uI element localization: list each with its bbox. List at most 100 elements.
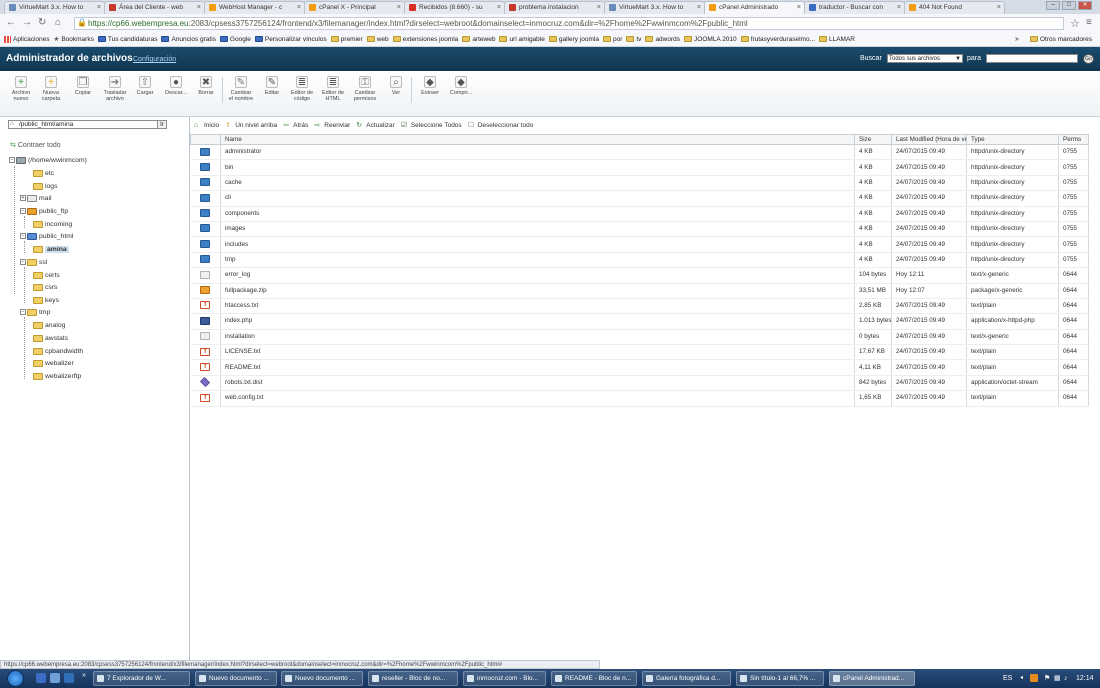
column-header[interactable]: Last Modified (Hora de ve <box>891 134 967 145</box>
cell-name[interactable]: cli <box>220 190 855 207</box>
table-row[interactable]: installation 0 bytes 24/07/2015 09:49 text/… <box>190 329 1089 346</box>
search-input[interactable] <box>986 54 1078 63</box>
table-row[interactable]: cache 4 KB 24/07/2015 09:49 httpd/unix-dire… <box>190 175 1089 192</box>
download-button[interactable]: ● Descar... <box>163 76 189 96</box>
browser-tab[interactable]: problema instalacion × <box>504 1 605 14</box>
close-icon[interactable]: × <box>897 2 901 14</box>
cell-name[interactable]: includes <box>220 236 855 253</box>
tree-node[interactable]: − public_html <box>20 232 73 242</box>
refresh-link[interactable]: ↻ Actualizar <box>356 120 395 132</box>
browser-tab[interactable]: VirtueMart 3.x. How to × <box>4 1 105 14</box>
cell-name[interactable]: robots.txt.dist <box>220 375 855 392</box>
table-row[interactable]: administrator 4 KB 24/07/2015 09:49 httpd/u… <box>190 144 1089 161</box>
column-header[interactable]: Size <box>854 134 892 145</box>
tree-node[interactable]: awstats <box>33 334 68 344</box>
bookmark-item[interactable]: Google <box>219 33 251 46</box>
browser-tab[interactable]: WebHost Manager - c × <box>204 1 305 14</box>
table-row[interactable]: images 4 KB 24/07/2015 09:49 httpd/unix-dir… <box>190 221 1089 238</box>
collapse-all-link[interactable]: ⇆ Contraer todo <box>10 141 61 149</box>
column-header[interactable]: Type <box>966 134 1059 145</box>
cell-name[interactable]: images <box>220 221 855 238</box>
overflow-icon[interactable]: » <box>82 672 86 679</box>
star-icon[interactable]: ☆ <box>1070 17 1080 30</box>
flag-icon[interactable]: ⚑ <box>1044 669 1050 688</box>
lang-indicator[interactable]: ES <box>1003 669 1012 688</box>
bookmark-item[interactable]: extensiones joomla <box>392 33 458 46</box>
tree-node[interactable]: webalizerftp <box>33 372 81 382</box>
taskbar-item[interactable]: cPanel Administrad... <box>829 671 915 686</box>
taskbar-item[interactable]: reseller - Bloc de no... <box>368 671 458 686</box>
expand-icon[interactable]: + <box>20 195 26 202</box>
close-icon[interactable]: × <box>697 2 701 14</box>
tree-node[interactable]: amina <box>33 245 69 255</box>
cell-name[interactable]: fullpackage.zip <box>220 283 855 299</box>
forward-link[interactable]: ⇨ Reenviar <box>314 120 350 132</box>
ie-icon[interactable] <box>64 673 74 683</box>
taskbar-item[interactable]: Nuevo documento ... <box>195 671 277 686</box>
collapse-node-icon[interactable]: − <box>20 208 26 215</box>
cell-name[interactable]: htaccess.txt <box>220 298 855 315</box>
network-icon[interactable]: ▦ <box>1054 669 1061 688</box>
quick-launch-icon[interactable] <box>36 673 46 683</box>
browser-tab[interactable]: Recibidos (8.660) - su × <box>404 1 505 14</box>
table-row[interactable]: Tweb.config.txt 1,65 KB 24/07/2015 09:49 te… <box>190 390 1089 407</box>
close-icon[interactable]: × <box>997 2 1001 14</box>
tree-node[interactable]: incoming <box>33 220 72 230</box>
bookmark-item[interactable]: Aplicaciones <box>4 33 50 46</box>
close-icon[interactable]: × <box>597 2 601 14</box>
tree-node[interactable]: logs <box>33 182 57 192</box>
maximize-button[interactable]: □ <box>1062 1 1076 10</box>
close-icon[interactable]: × <box>97 2 101 14</box>
tree-node[interactable]: keys <box>33 296 59 306</box>
clock[interactable]: 12:14 <box>1076 669 1094 688</box>
bookmark-item[interactable]: url amigable <box>499 33 545 46</box>
taskbar-item[interactable]: Nuevo documento ... <box>281 671 363 686</box>
collapse-node-icon[interactable]: − <box>20 233 26 240</box>
tree-node[interactable]: cpbandwidth <box>33 347 83 357</box>
new-file-button[interactable]: + Archivo nuevo <box>8 76 34 102</box>
bookmark-item[interactable]: frutasyverduraselmo... <box>740 33 815 46</box>
cell-name[interactable]: tmp <box>220 252 855 269</box>
close-icon[interactable]: × <box>297 2 301 14</box>
cell-name[interactable]: index.php <box>220 313 855 330</box>
browser-tab[interactable]: VirtueMart 3.x. How to × <box>604 1 705 14</box>
table-row[interactable]: components 4 KB 24/07/2015 09:49 httpd/unix… <box>190 206 1089 222</box>
cell-name[interactable]: bin <box>220 159 855 176</box>
collapse-node-icon[interactable]: − <box>9 157 15 164</box>
copy-button[interactable]: ❐ Copiar <box>70 76 96 96</box>
code-editor-button[interactable]: ≣ Editor de código <box>289 76 315 102</box>
table-row[interactable]: tmp 4 KB 24/07/2015 09:49 httpd/unix-direct… <box>190 252 1089 269</box>
table-row[interactable]: T LICENSE.txt 17,67 KB 24/07/2015 09:49 text… <box>190 344 1089 361</box>
bookmark-item[interactable]: Tus candidaturas <box>97 33 157 46</box>
table-row[interactable]: index.php 1.013 bytes 24/07/2015 09:49 appl… <box>190 313 1089 330</box>
tree-node[interactable]: csrs <box>33 283 57 293</box>
browser-tab[interactable]: traductor - Buscar con × <box>804 1 905 14</box>
table-row[interactable]: Thtaccess.txt 2,85 KB 24/07/2015 09:49 text… <box>190 298 1089 315</box>
table-row[interactable]: T README.txt 4,11 KB 24/07/2015 09:49 text/p… <box>190 359 1089 376</box>
bookmark-item[interactable]: JOOMLA 2010 <box>684 33 737 46</box>
table-row[interactable]: includes 4 KB 24/07/2015 09:49 httpd/unix-d… <box>190 236 1089 253</box>
upload-button[interactable]: ⇧ Cargar <box>132 76 158 96</box>
select-all-link[interactable]: ☑ Seleccione Todos <box>401 120 462 132</box>
bookmark-item[interactable]: tv <box>626 33 641 46</box>
column-header[interactable]: Perms <box>1058 134 1089 145</box>
tree-node[interactable]: etc <box>33 169 54 179</box>
collapse-node-icon[interactable]: − <box>20 259 26 266</box>
tree-node[interactable]: − public_ftp <box>20 207 68 217</box>
quick-launch-icon[interactable] <box>50 673 60 683</box>
permissions-button[interactable]: ⚿ Cambiar permisos <box>352 76 378 102</box>
edit-button[interactable]: ✎ Editar <box>259 76 285 96</box>
home-link[interactable]: ⌂ Inicio <box>194 120 219 132</box>
delete-button[interactable]: ✖ Borrar <box>193 76 219 96</box>
browser-tab[interactable]: cPanel Administrado × <box>704 1 805 14</box>
cell-name[interactable]: web.config.txt <box>220 390 855 407</box>
tree-node[interactable]: − (/home/wwinmcom) <box>9 156 87 166</box>
table-row[interactable]: robots.txt.dist 842 bytes 24/07/2015 09:49… <box>190 375 1089 392</box>
cell-name[interactable]: error_log <box>220 267 855 284</box>
table-row[interactable]: fullpackage.zip 33,51 MB Hoy 12:07 package/… <box>190 283 1089 299</box>
path-input[interactable]: ⌂ /public_html/amina <box>8 120 166 129</box>
other-bookmarks[interactable]: Otros marcadores <box>1030 33 1092 46</box>
search-scope-select[interactable]: Todos sus archivos ▼ <box>887 54 963 63</box>
bookmarks-overflow[interactable]: » <box>1015 33 1019 46</box>
cell-name[interactable]: README.txt <box>220 359 855 376</box>
